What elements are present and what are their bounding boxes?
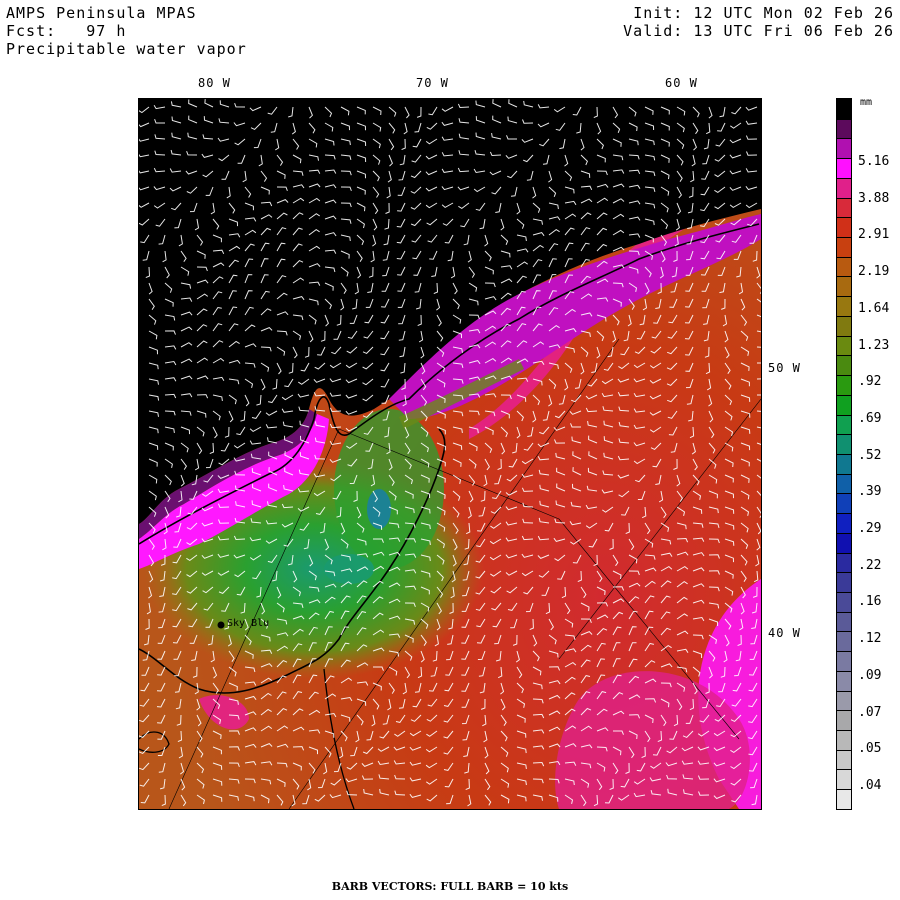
colorbar-swatch <box>837 690 851 711</box>
colorbar-label: 3.88 <box>858 190 890 206</box>
colorbar-swatch <box>837 217 851 238</box>
colorbar <box>836 98 852 810</box>
colorbar-swatch <box>837 118 851 139</box>
colorbar-label: .04 <box>858 777 882 793</box>
colorbar-swatch <box>837 552 851 573</box>
colorbar-swatch <box>837 315 851 336</box>
colorbar-swatch <box>837 296 851 316</box>
colorbar-swatch <box>837 493 851 514</box>
station-marker <box>217 621 225 629</box>
colorbar-swatch <box>837 355 851 376</box>
colorbar-swatch <box>837 591 851 612</box>
colorbar-swatch <box>837 138 851 159</box>
colorbar-swatch <box>837 730 851 750</box>
teal-core <box>367 489 391 529</box>
colorbar-label: .16 <box>858 594 882 610</box>
colorbar-label: 2.91 <box>858 227 890 243</box>
colorbar-swatch <box>837 256 851 277</box>
header-left: AMPS Peninsula MPAS Fcst: 97 h Precipitabl… <box>6 4 247 58</box>
colorbar-swatch <box>837 532 851 553</box>
colorbar-swatch <box>837 434 851 454</box>
header-right: Init: 12 UTC Mon 02 Feb 26 Valid: 13 UTC … <box>623 4 894 40</box>
colorbar-swatch <box>837 572 851 592</box>
lat-label-50: 50 W <box>768 361 801 375</box>
pwv-map <box>139 99 761 809</box>
colorbar-label: .07 <box>858 704 882 720</box>
colorbar-label: .12 <box>858 631 882 647</box>
colorbar-swatch <box>837 335 851 356</box>
barb-legend-note: BARB VECTORS: FULL BARB = 10 kts <box>331 880 569 893</box>
colorbar-swatch <box>837 651 851 671</box>
colorbar-swatch <box>837 394 851 415</box>
colorbar-swatch <box>837 769 851 790</box>
lon-label-80w: 80 W <box>198 76 231 90</box>
colorbar-swatch <box>837 670 851 691</box>
colorbar-swatch <box>837 710 851 730</box>
colorbar-label: 5.16 <box>858 154 890 169</box>
colorbar-label: 1.23 <box>858 337 890 353</box>
colorbar-label: .52 <box>858 447 882 463</box>
model-title: AMPS Peninsula MPAS <box>6 4 197 22</box>
lon-label-70w: 70 W <box>416 76 449 90</box>
colorbar-label: 1.64 <box>858 300 890 316</box>
station-label: Sky Blu <box>227 618 270 629</box>
colorbar-label: .92 <box>858 374 882 390</box>
colorbar-label: .29 <box>858 521 882 536</box>
colorbar-swatch <box>837 473 851 494</box>
lat-label-40: 40 W <box>768 626 801 640</box>
colorbar-swatch <box>837 749 851 770</box>
colorbar-label: .05 <box>858 741 882 757</box>
colorbar-swatch <box>837 611 851 632</box>
valid-time: Valid: 13 UTC Fri 06 Feb 26 <box>623 22 894 40</box>
colorbar-label: .09 <box>858 667 882 683</box>
colorbar-swatch <box>837 99 851 119</box>
field-name: Precipitable water vapor <box>6 40 247 58</box>
colorbar-swatch <box>837 513 851 533</box>
colorbar-swatch <box>837 453 851 474</box>
colorbar-swatch <box>837 414 851 435</box>
colorbar-swatch <box>837 158 851 178</box>
colorbar-swatch <box>837 375 851 395</box>
colorbar-label: .22 <box>858 557 882 573</box>
init-time: Init: 12 UTC Mon 02 Feb 26 <box>633 4 894 22</box>
colorbar-unit: mm <box>860 97 873 108</box>
colorbar-swatch <box>837 631 851 652</box>
colorbar-label: 2.19 <box>858 264 890 280</box>
colorbar-swatch <box>837 237 851 257</box>
colorbar-swatch <box>837 276 851 297</box>
colorbar-label: .39 <box>858 484 882 500</box>
map-panel: Sky Blu <box>138 98 762 810</box>
colorbar-label: .69 <box>858 410 882 426</box>
forecast-hour: Fcst: 97 h <box>6 22 127 40</box>
colorbar-swatch <box>837 197 851 218</box>
lon-label-60w: 60 W <box>665 76 698 90</box>
colorbar-swatch <box>837 789 851 809</box>
colorbar-swatch <box>837 177 851 198</box>
